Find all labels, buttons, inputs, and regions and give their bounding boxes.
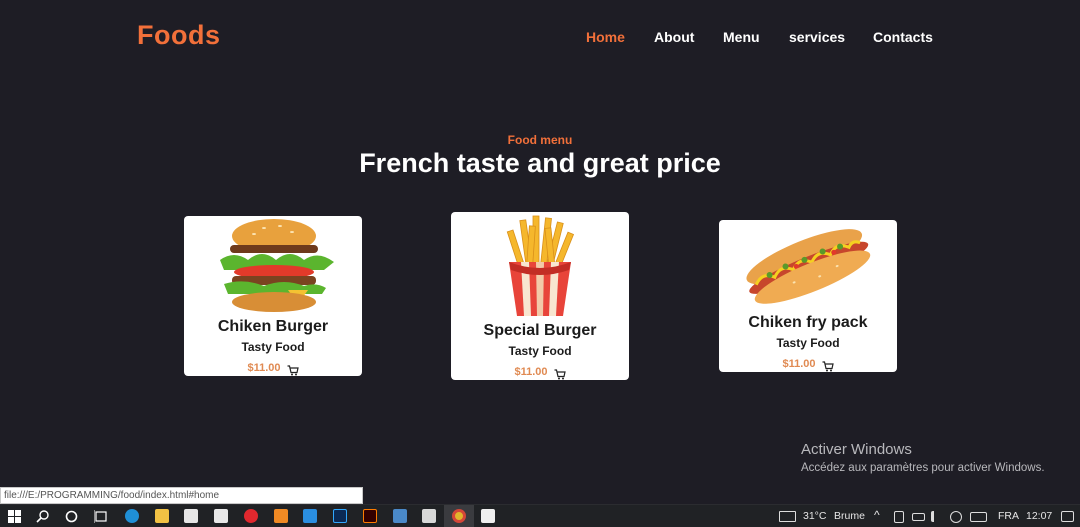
watermark-title: Activer Windows	[801, 441, 912, 458]
search-icon[interactable]	[36, 509, 50, 523]
food-card-chiken-fry-pack[interactable]: Chiken fry pack Tasty Food $11.00	[719, 220, 897, 372]
volume-icon[interactable]	[931, 511, 943, 522]
activation-watermark: Activer Windows Accédez aux paramètres p…	[801, 441, 1045, 474]
card-price-row: $11.00	[184, 362, 362, 375]
store-icon[interactable]	[184, 509, 198, 523]
burger-image	[184, 218, 362, 318]
notifications-icon[interactable]	[1061, 511, 1074, 522]
food-card-chiken-burger[interactable]: Chiken Burger Tasty Food $11.00	[184, 216, 362, 376]
mail-icon[interactable]	[214, 509, 228, 523]
sublime-icon[interactable]	[274, 509, 288, 523]
vscode-icon[interactable]	[303, 509, 317, 523]
weather-icon[interactable]	[779, 511, 796, 522]
cart-icon[interactable]	[287, 363, 299, 375]
card-price: $11.00	[782, 358, 816, 370]
chevron-up-icon[interactable]: ^	[874, 508, 880, 522]
globe-icon[interactable]	[950, 511, 962, 523]
task-view-icon[interactable]	[93, 510, 108, 523]
taskbar: 31°C Brume ^ FRA 12:07	[0, 504, 1080, 527]
cart-icon[interactable]	[822, 359, 834, 371]
photos-icon[interactable]	[481, 509, 495, 523]
edge-icon[interactable]	[125, 509, 139, 523]
opera-icon[interactable]	[244, 509, 258, 523]
illustrator-icon[interactable]	[363, 509, 377, 523]
nav-services[interactable]: services	[789, 29, 845, 45]
card-tagline: Tasty Food	[776, 336, 840, 350]
battery-icon[interactable]	[912, 513, 925, 521]
nav-menu[interactable]: Menu	[723, 29, 760, 45]
weather-description[interactable]: Brume	[834, 510, 865, 522]
watermark-subtitle: Accédez aux paramètres pour activer Wind…	[801, 462, 1045, 474]
card-price: $11.00	[514, 366, 548, 378]
card-tagline: Tasty Food	[241, 340, 305, 354]
fries-image	[451, 212, 629, 318]
food-card-special-burger[interactable]: Special Burger Tasty Food $11.00	[451, 212, 629, 380]
hotdog-image	[719, 220, 897, 312]
section-subtitle: Food menu	[507, 133, 573, 147]
browser-status-url: file:///E:/PROGRAMMING/food/index.html#h…	[0, 487, 363, 504]
card-title: Chiken Burger	[217, 318, 329, 335]
clapperboard-icon[interactable]	[422, 509, 436, 523]
card-price-row: $11.00	[719, 358, 897, 371]
file-explorer-icon[interactable]	[155, 509, 169, 523]
clock[interactable]: 12:07	[1026, 510, 1052, 522]
card-price: $11.00	[247, 362, 281, 374]
section-title: French taste and great price	[359, 148, 721, 178]
cart-icon[interactable]	[554, 367, 566, 379]
card-title: Chiken fry pack	[748, 314, 868, 331]
start-icon[interactable]	[8, 510, 21, 523]
card-price-row: $11.00	[451, 366, 629, 379]
keyboard-icon[interactable]	[970, 512, 987, 522]
site-logo[interactable]: Foods	[137, 20, 221, 51]
nav-contacts[interactable]: Contacts	[873, 29, 933, 45]
photoshop-icon[interactable]	[333, 509, 347, 523]
nav-home[interactable]: Home	[586, 29, 625, 45]
cortana-icon[interactable]	[65, 510, 78, 523]
network-icon[interactable]	[894, 511, 904, 523]
nav-about[interactable]: About	[654, 29, 694, 45]
keyboard-app-icon[interactable]	[393, 509, 407, 523]
input-language[interactable]: FRA	[998, 510, 1019, 522]
card-tagline: Tasty Food	[508, 344, 572, 358]
card-title: Special Burger	[483, 322, 597, 339]
weather-temperature[interactable]: 31°C	[803, 510, 826, 522]
chrome-icon[interactable]	[452, 509, 466, 523]
